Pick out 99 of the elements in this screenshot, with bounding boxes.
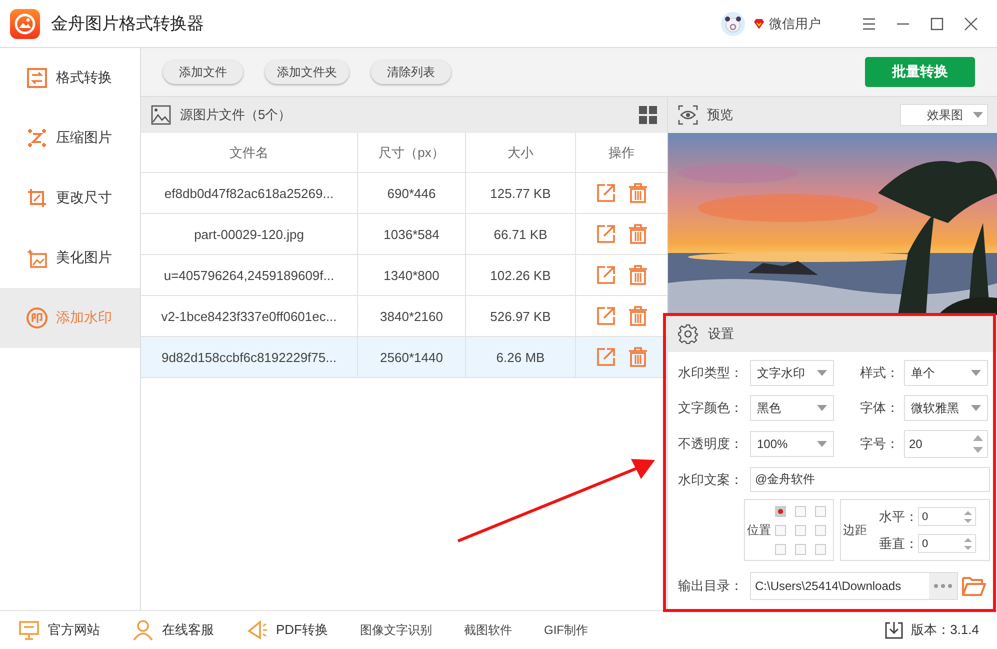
table-cell: 125.77 KB (466, 173, 576, 214)
table-cell: 1036*584 (358, 214, 466, 255)
field-label: 文字颜色： (678, 399, 744, 417)
spinner-arrows-icon (964, 510, 972, 524)
settings-icon (678, 324, 698, 344)
table-cell: 690*446 (358, 173, 466, 214)
vip-badge-icon (753, 18, 765, 30)
caret-icon (817, 405, 827, 411)
footer-link[interactable]: 在线客服 (162, 621, 214, 639)
resize-icon (26, 187, 48, 209)
dropdown[interactable]: 单个 (904, 360, 988, 386)
footer-link[interactable]: PDF转换 (276, 621, 328, 639)
file-name-cell[interactable]: ef8db0d47f82ac618a25269... (141, 173, 358, 214)
column-header: 大小 (466, 133, 576, 173)
column-header: 文件名 (141, 133, 358, 173)
panel-title: 预览 (707, 106, 733, 124)
footer-link[interactable]: GIF制作 (544, 622, 588, 638)
field-label: 字号： (859, 435, 900, 453)
image-icon (151, 105, 171, 125)
swap-icon (26, 67, 48, 89)
dropdown[interactable]: 文字水印 (750, 360, 834, 386)
export-icon[interactable] (596, 224, 616, 244)
eye-icon (678, 105, 698, 125)
text-field[interactable]: @金舟软件 (750, 467, 990, 492)
delete-icon[interactable] (628, 183, 648, 203)
avatar-icon[interactable] (721, 12, 745, 36)
view-dropdown[interactable]: 效果图 (900, 104, 988, 126)
caret-icon (971, 370, 981, 376)
group-label: 位置 (747, 522, 771, 538)
caret-icon (817, 441, 827, 447)
panel-title: 设置 (708, 324, 734, 342)
image-sparkle-icon (26, 247, 48, 269)
caret-icon (973, 112, 983, 118)
column-header: 尺寸（px） (358, 133, 466, 173)
megaphone-icon[interactable] (246, 619, 268, 641)
field-label: 垂直： (879, 534, 918, 552)
caret-icon (817, 370, 827, 376)
number-field[interactable]: 0 (918, 507, 976, 526)
table-cell: 6.26 MB (466, 337, 576, 378)
field-label: 不透明度： (678, 435, 744, 453)
download-icon[interactable] (885, 621, 904, 639)
delete-icon[interactable] (628, 265, 648, 285)
delete-icon[interactable] (628, 224, 648, 244)
dropdown[interactable]: 100% (750, 431, 834, 457)
group-label: 边距 (843, 522, 867, 538)
delete-icon[interactable] (628, 306, 648, 326)
position-option[interactable] (775, 506, 786, 516)
table-cell: 102.26 KB (466, 255, 576, 296)
compress-icon (26, 127, 48, 149)
export-icon[interactable] (596, 347, 616, 367)
field-label: 水印文案： (678, 470, 744, 488)
user-name[interactable]: 微信用户 (769, 14, 821, 32)
toolbar-button[interactable]: 添加文件夹 (265, 60, 349, 84)
export-icon[interactable] (596, 265, 616, 285)
caret-icon (971, 405, 981, 411)
footer-link[interactable]: 官方网站 (48, 621, 100, 639)
file-name-cell[interactable]: part-00029-120.jpg (141, 214, 358, 255)
menu-icon[interactable] (861, 16, 877, 32)
field-label: 水平： (879, 508, 918, 526)
window-title: 金舟图片格式转换器 (51, 13, 204, 35)
monitor-icon[interactable] (18, 619, 40, 641)
table-cell: 1340*800 (358, 255, 466, 296)
field-label: 样式： (859, 364, 900, 382)
dropdown[interactable]: 黑色 (750, 395, 834, 421)
export-icon[interactable] (596, 183, 616, 203)
path-field[interactable]: C:\Users\25414\Downloads (750, 572, 958, 600)
panel-title: 源图片文件（5个） (180, 106, 292, 124)
sidebar-item[interactable]: 压缩图片 (0, 108, 140, 168)
sidebar-item[interactable]: 美化图片 (0, 228, 140, 288)
version-label: 版本：3.1.4 (911, 621, 979, 639)
app-logo (10, 8, 40, 38)
field-label: 输出目录： (678, 577, 744, 595)
field-label: 水印类型： (678, 364, 744, 382)
number-field[interactable]: 20 (904, 430, 988, 458)
footer-link[interactable]: 图像文字识别 (360, 622, 432, 638)
maximize-icon[interactable] (929, 16, 945, 32)
field-label: 字体： (859, 399, 900, 417)
grid-view-icon[interactable] (639, 106, 657, 124)
dropdown[interactable]: 微软雅黑 (904, 395, 988, 421)
table-cell: 2560*1440 (358, 337, 466, 378)
export-icon[interactable] (596, 306, 616, 326)
sidebar-item[interactable]: 更改尺寸 (0, 168, 140, 228)
footer-link[interactable]: 截图软件 (464, 622, 512, 638)
sidebar-item[interactable]: 格式转换 (0, 48, 140, 108)
folder-icon[interactable] (962, 575, 986, 597)
browse-button[interactable] (929, 573, 957, 599)
toolbar-button[interactable]: 清除列表 (371, 60, 451, 84)
file-name-cell[interactable]: 9d82d158ccbf6c8192229f75... (141, 337, 358, 378)
close-icon[interactable] (963, 16, 979, 32)
spinner-arrows-icon (973, 434, 983, 454)
more-icon (934, 584, 952, 588)
number-field[interactable]: 0 (918, 534, 976, 553)
delete-icon[interactable] (628, 347, 648, 367)
person-icon[interactable] (132, 619, 154, 641)
toolbar-button[interactable]: 添加文件 (163, 60, 243, 84)
spinner-arrows-icon (964, 536, 972, 550)
file-name-cell[interactable]: u=405796264,2459189609f... (141, 255, 358, 296)
stamp-icon (26, 307, 48, 329)
table-cell: 66.71 KB (466, 214, 576, 255)
